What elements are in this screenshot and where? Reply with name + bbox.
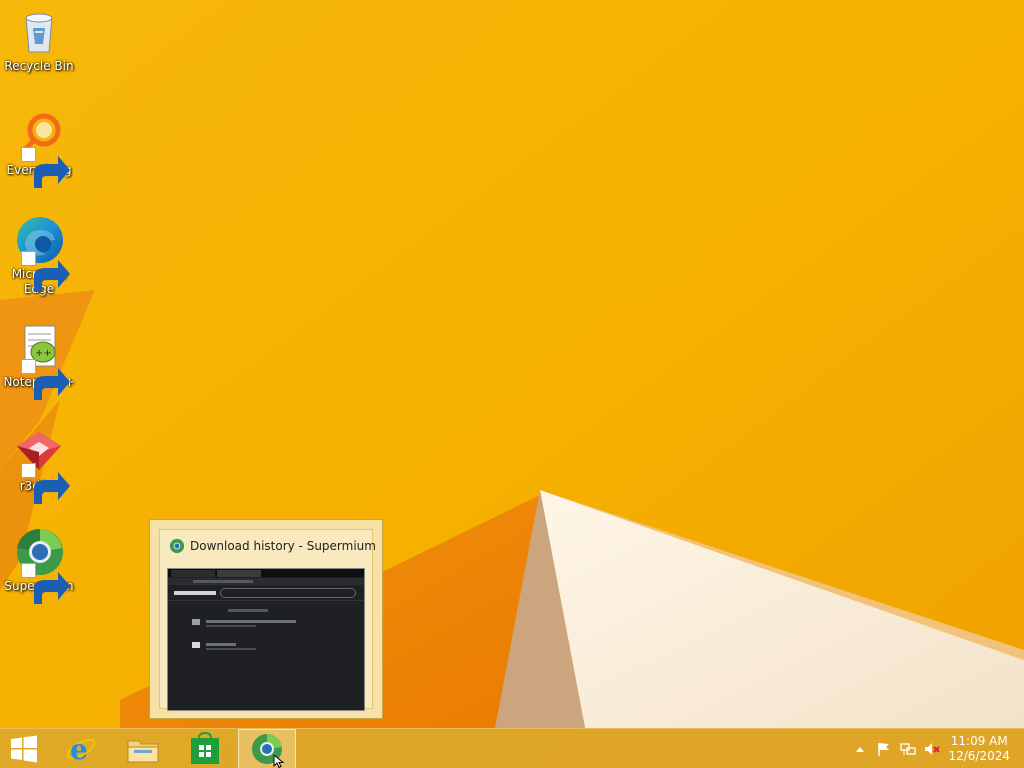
desktop-icon-recycle-bin[interactable]: Recycle Bin [4,6,74,74]
thumbnail-title: Download history - Supermium [169,538,376,554]
desktop-icon-notepadpp[interactable]: ++ Notepad++ [3,322,75,400]
svg-text:e: e [70,733,88,766]
shortcut-arrow-icon [21,463,70,504]
network-icon[interactable] [900,741,916,757]
preview-row [206,648,256,650]
desktop-icon-everything[interactable]: Everything [4,110,74,188]
taskbar-thumbnail-popup[interactable]: Download history - Supermium [149,519,383,719]
windows-logo-icon [11,735,37,763]
preview-row [206,625,256,627]
shortcut-arrow-icon [21,251,70,292]
folder-icon [127,740,159,763]
taskbar: e 11:09 AM 12/6/2024 [0,728,1024,768]
system-tray: 11:09 AM 12/6/2024 [824,729,1024,768]
supermium-icon [169,538,185,554]
preview-row [206,620,296,623]
start-button[interactable] [0,729,48,768]
desktop-icon-supermium[interactable]: Supermium [4,526,74,604]
store-icon [191,732,219,764]
internet-explorer-icon: e [66,733,96,766]
recycle-bin-icon [25,13,53,53]
preview-row [206,643,236,646]
preview-row [192,642,200,648]
clock-time: 11:09 AM [950,734,1008,748]
desktop-icon-r3dfox[interactable]: r3dfox [4,426,74,504]
preview-tab [217,570,261,577]
taskbar-store-button[interactable] [176,729,234,768]
preview-page-header [168,586,364,601]
taskbar-file-explorer-button[interactable] [114,729,172,768]
clock-date: 12/6/2024 [948,749,1010,763]
chevron-up-icon[interactable] [852,741,868,757]
clock[interactable]: 11:09 AM 12/6/2024 [948,734,1010,764]
volume-muted-icon[interactable] [924,741,940,757]
thumbnail-inner-frame: Download history - Supermium [159,529,376,711]
shortcut-arrow-icon [21,147,70,188]
shortcut-arrow-icon [21,563,70,604]
mouse-cursor-icon [273,755,285,768]
thumbnail-window-preview[interactable] [167,568,365,711]
preview-address-bar [168,578,364,585]
flag-icon[interactable] [876,741,892,757]
taskbar-supermium-button[interactable] [238,729,296,768]
preview-tab-strip [168,569,364,577]
preview-row [228,609,268,612]
desktop-icon-microsoft-edge[interactable]: Microsoft Edge [4,214,74,297]
shortcut-arrow-icon [21,359,70,400]
preview-tab [171,570,215,577]
taskbar-internet-explorer-button[interactable]: e [52,729,110,768]
thumbnail-title-text: Download history - Supermium [190,539,376,553]
preview-row [192,619,200,625]
preview-page-title [174,591,216,595]
svg-text:++: ++ [35,348,52,359]
preview-search-box [220,588,356,598]
desktop-icon-label: Recycle Bin [4,59,74,73]
